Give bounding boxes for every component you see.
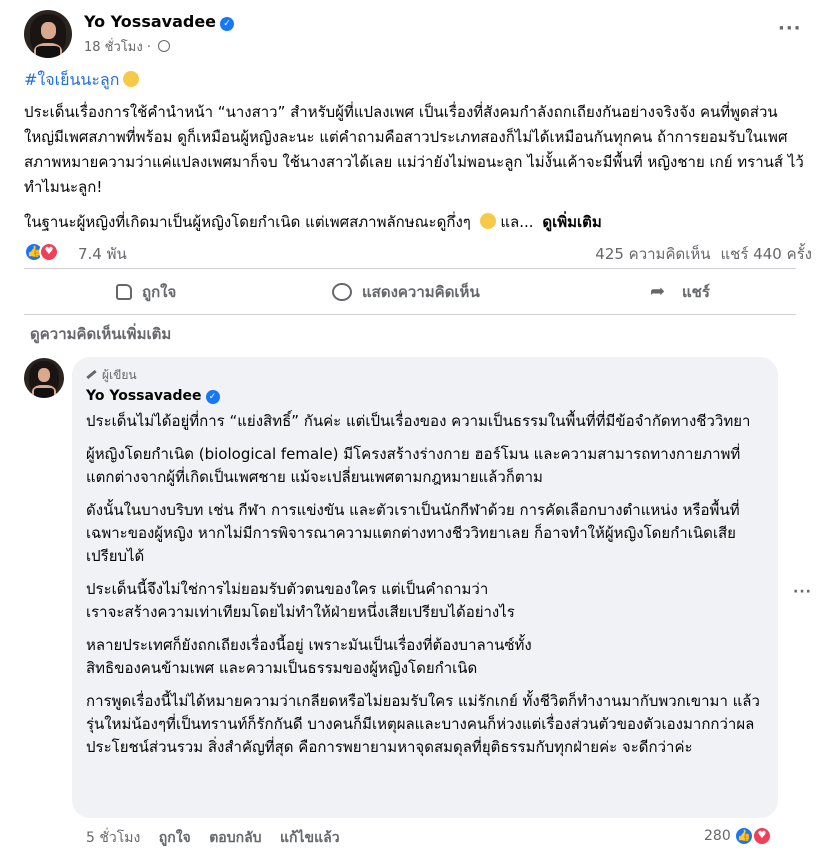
thumbs-up-icon — [116, 284, 132, 300]
comment-body: ประเด็นไม่ได้อยู่ที่การ “แย่งสิทธิ์” กัน… — [86, 410, 766, 769]
share-arrow-icon: ➦ — [650, 281, 666, 302]
comment-author-name[interactable]: Yo Yossavadee — [86, 388, 202, 404]
reaction-count[interactable]: 7.4 พัน — [78, 242, 127, 266]
like-reaction-icon: 👍 — [734, 826, 754, 846]
relieved-emoji-icon — [123, 71, 140, 87]
author-badge: ผู้เขียน — [86, 366, 137, 385]
post-paragraph-truncated: ในฐานะผู้หญิงที่เกิดมาเป็นผู้หญิงโดยกำเน… — [24, 213, 602, 231]
like-button[interactable]: ถูกใจ — [116, 274, 176, 310]
comment-edited-label[interactable]: แก้ไขแล้ว — [280, 830, 340, 846]
comment-paragraph: ผู้หญิงโดยกำเนิด (biological female) มีโ… — [86, 445, 741, 486]
comment-more-options-icon[interactable]: ··· — [793, 584, 812, 600]
post-meta: 18 ชั่วโมง · — [84, 36, 171, 57]
comment-reply-button[interactable]: ตอบกลับ — [209, 830, 261, 846]
comments-count[interactable]: 425 ความคิดเห็น — [595, 245, 710, 263]
author-avatar[interactable] — [24, 10, 72, 58]
view-more-comments-link[interactable]: ดูความคิดเห็นเพิ่มเติม — [30, 322, 171, 346]
comment-paragraph: ประเด็นนี้จึงไม่ใช่การไม่ยอมรับตัวตนของใ… — [86, 580, 515, 621]
see-more-link[interactable]: ดูเพิ่มเติม — [542, 213, 601, 231]
divider — [24, 268, 796, 269]
hashtag-link[interactable]: #ใจเย็นนะลูก — [24, 70, 119, 89]
facebook-post: Yo Yossavadee ✓ 18 ชั่วโมง · ··· #ใจเย็นน… — [0, 0, 820, 857]
globe-icon — [158, 40, 171, 52]
love-reaction-icon: ♥ — [39, 242, 59, 262]
smiling-tear-emoji-icon — [479, 213, 496, 229]
share-button[interactable]: ➦ แชร์ — [650, 274, 710, 310]
comment-icon — [332, 283, 352, 301]
author-name[interactable]: Yo Yossavadee — [84, 12, 216, 31]
more-options-icon[interactable]: ··· — [778, 18, 802, 39]
comment-paragraph: การพูดเรื่องนี้ไม่ได้หมายความว่าเกลียดหร… — [86, 692, 760, 756]
post-actions: ถูกใจ แสดงความคิดเห็น ➦ แชร์ — [24, 274, 796, 310]
post-paragraph: ประเด็นเรื่องการใช้คำนำหน้า “นางสาว” สำห… — [24, 103, 804, 196]
comment-time[interactable]: 5 ชั่วโมง — [86, 830, 140, 846]
comment-actions: 5 ชั่วโมง ถูกใจ ตอบกลับ แก้ไขแล้ว — [86, 827, 340, 849]
verified-badge-icon: ✓ — [220, 17, 235, 31]
post-body: ประเด็นเรื่องการใช้คำนำหน้า “นางสาว” สำห… — [24, 100, 804, 245]
hashtag-row: #ใจเย็นนะลูก — [24, 68, 140, 93]
verified-badge-icon: ✓ — [205, 390, 220, 404]
commenter-avatar[interactable] — [24, 358, 64, 398]
author-name-row: Yo Yossavadee ✓ — [84, 12, 235, 31]
comment-like-button[interactable]: ถูกใจ — [159, 830, 191, 846]
comment-paragraph: ดังนั้นในบางบริบท เช่น กีฬา การแข่งขัน แ… — [86, 501, 740, 565]
divider — [24, 314, 796, 315]
pencil-icon — [86, 369, 97, 380]
love-reaction-icon: ♥ — [752, 826, 772, 846]
comment-button[interactable]: แสดงความคิดเห็น — [332, 274, 480, 310]
comment-reaction-count: 280 — [704, 828, 731, 844]
post-time[interactable]: 18 ชั่วโมง — [84, 40, 143, 55]
comment-paragraph: ประเด็นไม่ได้อยู่ที่การ “แย่งสิทธิ์” กัน… — [86, 412, 751, 430]
post-stats: 425 ความคิดเห็น แชร์ 440 ครั้ง — [585, 242, 812, 266]
shares-count[interactable]: แชร์ 440 ครั้ง — [721, 245, 813, 263]
comment-paragraph: หลายประเทศก็ยังถกเถียงเรื่องนี้อยู่ เพรา… — [86, 636, 532, 677]
comment-author-row: Yo Yossavadee ✓ — [86, 388, 220, 404]
